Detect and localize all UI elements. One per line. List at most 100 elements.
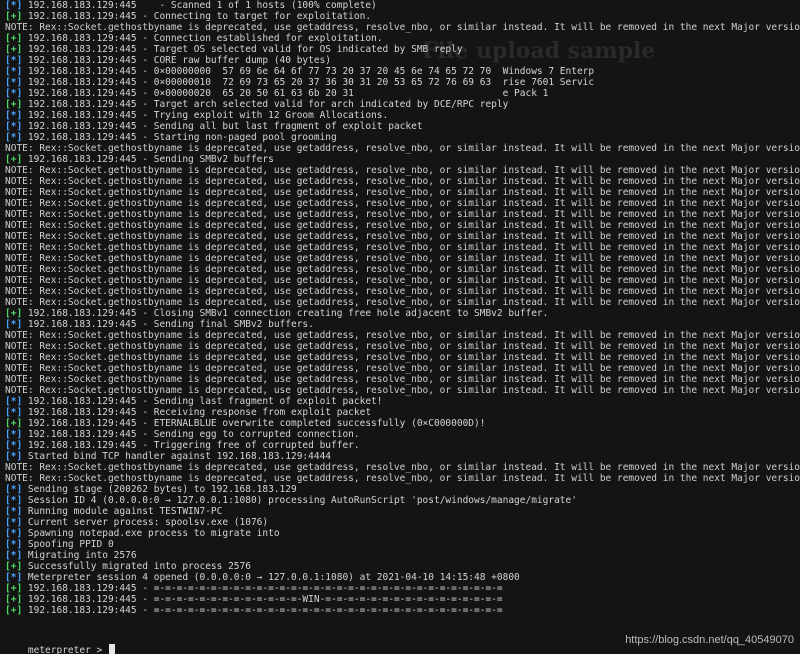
- info-status-marker: [*]: [5, 451, 23, 462]
- terminal-line: NOTE: Rex::Socket.gethostbyname is depre…: [5, 253, 800, 264]
- success-status-marker: [+]: [5, 605, 23, 616]
- deprecation-note-text: NOTE: Rex::Socket.gethostbyname is depre…: [5, 352, 800, 363]
- terminal-line: [*] 192.168.183.129:445 - Sending all bu…: [5, 121, 800, 132]
- info-status-marker: [*]: [5, 77, 23, 88]
- log-message-text: 192.168.183.129:445 - Starting non-paged…: [22, 132, 337, 143]
- terminal-line: [*] 192.168.183.129:445 - Receiving resp…: [5, 407, 800, 418]
- log-message-text: 192.168.183.129:445 - Trying exploit wit…: [22, 110, 389, 121]
- terminal-line: NOTE: Rex::Socket.gethostbyname is depre…: [5, 352, 800, 363]
- deprecation-note-text: NOTE: Rex::Socket.gethostbyname is depre…: [5, 385, 800, 396]
- deprecation-note-text: NOTE: Rex::Socket.gethostbyname is depre…: [5, 473, 800, 484]
- deprecation-note-text: NOTE: Rex::Socket.gethostbyname is depre…: [5, 363, 800, 374]
- info-status-marker: [*]: [5, 550, 23, 561]
- log-message-text: Running module against TESTWIN7-PC: [22, 506, 223, 517]
- terminal-line: NOTE: Rex::Socket.gethostbyname is depre…: [5, 297, 800, 308]
- info-status-marker: [*]: [5, 517, 23, 528]
- info-status-marker: [*]: [5, 539, 23, 550]
- deprecation-note-text: NOTE: Rex::Socket.gethostbyname is depre…: [5, 22, 800, 33]
- log-message-text: Spawning notepad.exe process to migrate …: [22, 528, 280, 539]
- terminal-line: [*] Current server process: spoolsv.exe …: [5, 517, 800, 528]
- success-status-marker: [+]: [5, 44, 23, 55]
- log-message-text: 192.168.183.129:445 - =-=-=-=-=-=-=-=-=-…: [22, 605, 503, 616]
- deprecation-note-text: NOTE: Rex::Socket.gethostbyname is depre…: [5, 176, 800, 187]
- info-status-marker: [*]: [5, 110, 23, 121]
- terminal-line: [*] Sending stage (200262 bytes) to 192.…: [5, 484, 800, 495]
- success-status-marker: [+]: [5, 308, 23, 319]
- deprecation-note-text: NOTE: Rex::Socket.gethostbyname is depre…: [5, 264, 800, 275]
- text-cursor[interactable]: [108, 644, 115, 654]
- info-status-marker: [*]: [5, 0, 23, 11]
- info-status-marker: [*]: [5, 66, 23, 77]
- prompt-arrow: >: [90, 645, 108, 654]
- success-status-marker: [+]: [5, 418, 23, 429]
- prompt-label: meterpreter: [27, 645, 91, 654]
- terminal-line: [*] 192.168.183.129:445 - 0×00000000 57 …: [5, 66, 800, 77]
- log-message-text: Started bind TCP handler against 192.168…: [22, 451, 332, 462]
- deprecation-note-text: NOTE: Rex::Socket.gethostbyname is depre…: [5, 341, 800, 352]
- log-message-text: 192.168.183.129:445 - Sending final SMBv…: [22, 319, 314, 330]
- deprecation-note-text: NOTE: Rex::Socket.gethostbyname is depre…: [5, 231, 800, 242]
- success-status-marker: [+]: [5, 594, 23, 605]
- deprecation-note-text: NOTE: Rex::Socket.gethostbyname is depre…: [5, 330, 800, 341]
- terminal-line: NOTE: Rex::Socket.gethostbyname is depre…: [5, 242, 800, 253]
- terminal-line: NOTE: Rex::Socket.gethostbyname is depre…: [5, 187, 800, 198]
- terminal-line: NOTE: Rex::Socket.gethostbyname is depre…: [5, 374, 800, 385]
- terminal-line: [*] 192.168.183.129:445 - Scanned 1 of 1…: [5, 0, 800, 11]
- log-message-text: 192.168.183.129:445 - Sending last fragm…: [22, 396, 383, 407]
- deprecation-note-text: NOTE: Rex::Socket.gethostbyname is depre…: [5, 220, 800, 231]
- terminal-line: [+] Successfully migrated into process 2…: [5, 561, 800, 572]
- deprecation-note-text: NOTE: Rex::Socket.gethostbyname is depre…: [5, 286, 800, 297]
- log-message-text: 192.168.183.129:445 - =-=-=-=-=-=-=-=-=-…: [22, 583, 503, 594]
- log-message-text: Successfully migrated into process 2576: [22, 561, 251, 572]
- log-message-text: 192.168.183.129:445 - =-=-=-=-=-=-=-=-=-…: [22, 594, 503, 605]
- terminal-line: [+] 192.168.183.129:445 - =-=-=-=-=-=-=-…: [5, 605, 800, 616]
- deprecation-note-text: NOTE: Rex::Socket.gethostbyname is depre…: [5, 143, 800, 154]
- terminal-line: NOTE: Rex::Socket.gethostbyname is depre…: [5, 330, 800, 341]
- success-status-marker: [+]: [5, 99, 23, 110]
- terminal-line: NOTE: Rex::Socket.gethostbyname is depre…: [5, 363, 800, 374]
- terminal-line: [*] 192.168.183.129:445 - 0×00000010 72 …: [5, 77, 800, 88]
- log-message-text: Migrating into 2576: [22, 550, 137, 561]
- terminal-line: [*] 192.168.183.129:445 - Sending egg to…: [5, 429, 800, 440]
- terminal-line: [*] 192.168.183.129:445 - Triggering fre…: [5, 440, 800, 451]
- log-message-text: 192.168.183.129:445 - Triggering free of…: [22, 440, 360, 451]
- info-status-marker: [*]: [5, 132, 23, 143]
- terminal-line: [*] 192.168.183.129:445 - CORE raw buffe…: [5, 55, 800, 66]
- terminal-line: [+] 192.168.183.129:445 - =-=-=-=-=-=-=-…: [5, 594, 800, 605]
- terminal-line: [+] 192.168.183.129:445 - Sending SMBv2 …: [5, 154, 800, 165]
- terminal-line: [+] 192.168.183.129:445 - Closing SMBv1 …: [5, 308, 800, 319]
- terminal-line: NOTE: Rex::Socket.gethostbyname is depre…: [5, 220, 800, 231]
- deprecation-note-text: NOTE: Rex::Socket.gethostbyname is depre…: [5, 187, 800, 198]
- terminal-line: [*] 192.168.183.129:445 - 0×00000020 65 …: [5, 88, 800, 99]
- terminal-line: [*] Meterpreter session 4 opened (0.0.0.…: [5, 572, 800, 583]
- info-status-marker: [*]: [5, 319, 23, 330]
- deprecation-note-text: NOTE: Rex::Socket.gethostbyname is depre…: [5, 275, 800, 286]
- info-status-marker: [*]: [5, 495, 23, 506]
- terminal-line: [*] 192.168.183.129:445 - Sending last f…: [5, 396, 800, 407]
- terminal-line: NOTE: Rex::Socket.gethostbyname is depre…: [5, 275, 800, 286]
- terminal-line: [*] Started bind TCP handler against 192…: [5, 451, 800, 462]
- log-message-text: 192.168.183.129:445 - Sending egg to cor…: [22, 429, 360, 440]
- terminal-line: NOTE: Rex::Socket.gethostbyname is depre…: [5, 341, 800, 352]
- terminal-output: [*] 192.168.183.129:445 - Scanned 1 of 1…: [5, 0, 800, 616]
- terminal-window[interactable]: File upload sample [*] 192.168.183.129:4…: [0, 0, 800, 654]
- info-status-marker: [*]: [5, 528, 23, 539]
- log-message-text: 192.168.183.129:445 - Scanned 1 of 1 hos…: [22, 0, 377, 11]
- terminal-line: NOTE: Rex::Socket.gethostbyname is depre…: [5, 165, 800, 176]
- terminal-line: [*] Running module against TESTWIN7-PC: [5, 506, 800, 517]
- log-message-text: 192.168.183.129:445 - 0×00000020 65 20 5…: [22, 88, 549, 99]
- command-prompt[interactable]: meterpreter >: [5, 631, 115, 654]
- success-status-marker: [+]: [5, 154, 23, 165]
- terminal-line: NOTE: Rex::Socket.gethostbyname is depre…: [5, 231, 800, 242]
- info-status-marker: [*]: [5, 407, 23, 418]
- success-status-marker: [+]: [5, 583, 23, 594]
- deprecation-note-text: NOTE: Rex::Socket.gethostbyname is depre…: [5, 462, 800, 473]
- deprecation-note-text: NOTE: Rex::Socket.gethostbyname is depre…: [5, 165, 800, 176]
- log-message-text: Meterpreter session 4 opened (0.0.0.0:0 …: [22, 572, 520, 583]
- deprecation-note-text: NOTE: Rex::Socket.gethostbyname is depre…: [5, 374, 800, 385]
- terminal-line: NOTE: Rex::Socket.gethostbyname is depre…: [5, 286, 800, 297]
- log-message-text: 192.168.183.129:445 - CORE raw buffer du…: [22, 55, 332, 66]
- success-status-marker: [+]: [5, 11, 23, 22]
- log-message-text: Sending stage (200262 bytes) to 192.168.…: [22, 484, 297, 495]
- log-message-text: 192.168.183.129:445 - Sending all but la…: [22, 121, 423, 132]
